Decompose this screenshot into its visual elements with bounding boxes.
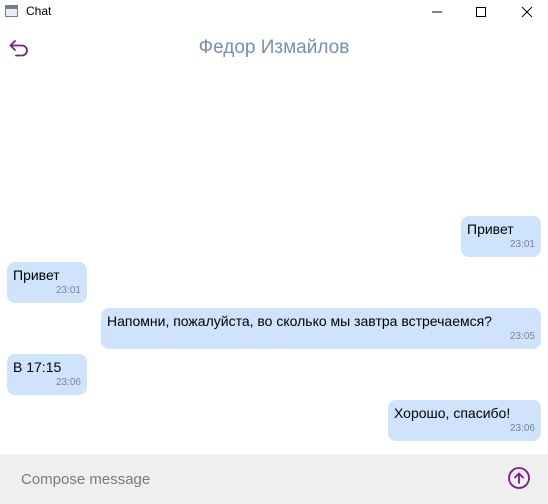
window-titlebar: Chat — [0, 0, 548, 24]
message-time: 23:06 — [509, 423, 535, 434]
message-bubble-outgoing: Хорошо, спасибо! 23:06 — [388, 400, 541, 441]
message-time: 23:05 — [509, 331, 535, 342]
close-button[interactable] — [504, 0, 548, 24]
close-icon — [521, 6, 533, 18]
message-bubble-incoming: В 17:15 23:06 — [7, 354, 87, 395]
compose-bar — [0, 454, 548, 504]
message-text: Хорошо, спасибо! — [394, 405, 511, 421]
message-text: В 17:15 — [13, 359, 62, 375]
minimize-icon — [432, 11, 442, 13]
send-arrow-up-icon — [508, 467, 530, 489]
maximize-icon — [476, 7, 486, 17]
send-button[interactable] — [506, 465, 532, 491]
message-bubble-incoming: Привет 23:01 — [7, 262, 87, 303]
contact-name: Федор Измайлов — [198, 37, 350, 58]
maximize-button[interactable] — [458, 0, 504, 24]
message-bubble-outgoing: Привет 23:01 — [461, 216, 541, 257]
message-text: Привет — [467, 221, 514, 237]
message-text: Привет — [13, 267, 60, 283]
window-title: Chat — [26, 4, 52, 18]
message-bubble-outgoing: Напомни, пожалуйста, во сколько мы завтр… — [101, 308, 541, 349]
message-text: Напомни, пожалуйста, во сколько мы завтр… — [107, 313, 492, 329]
message-time: 23:06 — [55, 377, 81, 388]
app-window-icon — [5, 5, 18, 17]
minimize-button[interactable] — [414, 0, 460, 24]
message-time: 23:01 — [509, 239, 535, 250]
message-time: 23:01 — [55, 285, 81, 296]
compose-message-input[interactable] — [12, 464, 500, 494]
